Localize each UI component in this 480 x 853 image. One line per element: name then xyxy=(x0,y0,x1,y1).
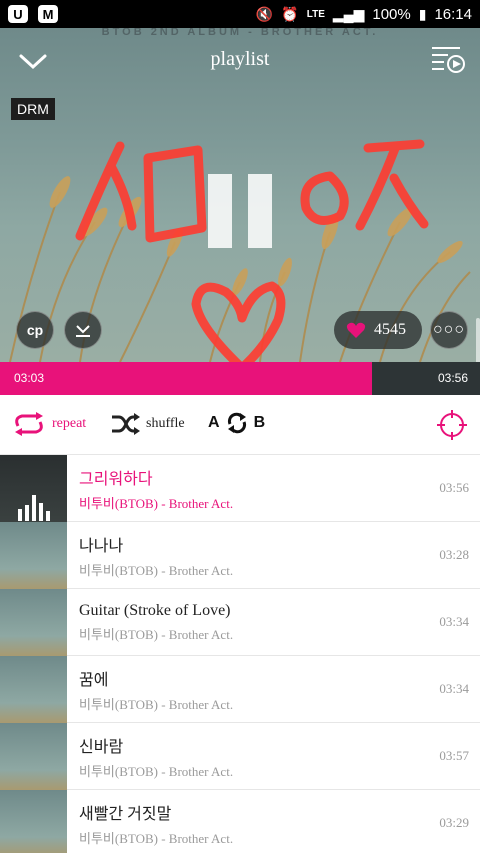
track-thumbnail xyxy=(0,655,67,723)
track-duration: 03:28 xyxy=(439,547,469,562)
repeat-button[interactable]: repeat xyxy=(12,412,86,436)
track-title: Guitar (Stroke of Love) xyxy=(79,601,231,619)
track-artist: 비투비(BTOB) - Brother Act. xyxy=(79,763,234,779)
track-thumbnail xyxy=(0,789,67,853)
track-row[interactable]: 꿈에 비투비(BTOB) - Brother Act. 03:34 xyxy=(0,655,480,723)
track-duration: 03:57 xyxy=(439,748,469,763)
mute-icon: 🔇 xyxy=(255,5,274,22)
app-m-icon: M xyxy=(38,5,58,23)
track-row[interactable]: 새빨간 거짓말 비투비(BTOB) - Brother Act. 03:29 xyxy=(0,789,480,853)
playback-controls: repeat shuffle A B xyxy=(0,395,480,455)
page-title: playlist xyxy=(210,48,270,70)
track-title: 그리워하다 xyxy=(79,470,153,488)
track-artist: 비투비(BTOB) - Brother Act. xyxy=(79,830,234,846)
shuffle-button[interactable]: shuffle xyxy=(110,412,185,436)
album-art[interactable]: BTOB 2ND ALBUM - BROTHER ACT. playlist D… xyxy=(0,28,480,362)
track-row[interactable]: 그리워하다 비투비(BTOB) - Brother Act. 03:56 xyxy=(0,454,480,522)
total-time: 03:56 xyxy=(437,371,468,385)
battery-icon: ▮ xyxy=(418,5,427,22)
track-artist: 비투비(BTOB) - Brother Act. xyxy=(79,495,234,511)
track-artist: 비투비(BTOB) - Brother Act. xyxy=(79,696,234,712)
track-duration: 03:34 xyxy=(439,614,469,629)
like-count: 4545 xyxy=(374,321,406,338)
track-artist: 비투비(BTOB) - Brother Act. xyxy=(79,626,234,642)
equalizer-icon xyxy=(18,494,50,521)
ab-label-b: B xyxy=(253,414,266,431)
scrollbar-thumb[interactable] xyxy=(476,318,480,362)
app-u-icon: U xyxy=(8,5,28,23)
progress-bar[interactable]: 03:03 03:56 xyxy=(0,362,480,395)
cp-button[interactable]: cp xyxy=(16,311,54,349)
track-title: 신바람 xyxy=(79,738,124,756)
track-list: 그리워하다 비투비(BTOB) - Brother Act. 03:56 나나나… xyxy=(0,454,480,853)
pause-button[interactable] xyxy=(208,174,272,248)
status-bar: U M 🔇 ⏰ LTE ▂▄▆ 100% ▮ 16:14 xyxy=(0,0,480,28)
ab-loop-icon xyxy=(227,412,246,434)
shuffle-label: shuffle xyxy=(146,416,185,431)
track-row[interactable]: Guitar (Stroke of Love) 비투비(BTOB) - Brot… xyxy=(0,588,480,656)
track-thumbnail xyxy=(0,521,67,589)
more-button[interactable]: ○○○ xyxy=(430,311,468,349)
track-thumbnail xyxy=(0,588,67,656)
track-duration: 03:56 xyxy=(439,480,469,495)
playlist-play-icon[interactable] xyxy=(430,44,466,74)
download-icon xyxy=(76,325,90,337)
battery-percent: 100% xyxy=(372,5,411,23)
locate-current-icon[interactable] xyxy=(437,410,467,440)
current-time: 03:03 xyxy=(14,371,45,385)
track-title: 새빨간 거짓말 xyxy=(79,805,172,823)
shuffle-icon xyxy=(112,413,140,435)
track-duration: 03:34 xyxy=(439,681,469,696)
repeat-label: repeat xyxy=(52,416,87,431)
progress-fill xyxy=(0,362,372,395)
track-title: 꿈에 xyxy=(79,671,109,689)
like-button[interactable]: 4545 xyxy=(334,311,422,349)
track-title: 나나나 xyxy=(79,537,124,555)
pause-icon-bar-right xyxy=(248,174,272,248)
track-row[interactable]: 신바람 비투비(BTOB) - Brother Act. 03:57 xyxy=(0,722,480,790)
more-dots-icon: ○○○ xyxy=(433,321,465,338)
track-duration: 03:29 xyxy=(439,815,469,830)
track-row[interactable]: 나나나 비투비(BTOB) - Brother Act. 03:28 xyxy=(0,521,480,589)
track-thumbnail xyxy=(0,722,67,790)
lte-icon: LTE xyxy=(306,8,325,20)
ab-label-a: A xyxy=(208,414,220,431)
track-artist: 비투비(BTOB) - Brother Act. xyxy=(79,562,234,578)
cp-icon: cp xyxy=(26,322,44,338)
drm-badge: DRM xyxy=(11,98,55,120)
alarm-icon: ⏰ xyxy=(281,5,299,22)
download-button[interactable] xyxy=(64,311,102,349)
signal-icon: ▂▄▆ xyxy=(332,5,365,22)
track-thumbnail xyxy=(0,454,67,522)
ab-repeat-button[interactable]: A B xyxy=(208,412,265,434)
pause-icon-bar-left xyxy=(208,174,232,248)
repeat-icon xyxy=(15,412,43,436)
album-tag: BTOB 2ND ALBUM - BROTHER ACT. xyxy=(101,28,379,38)
clock: 16:14 xyxy=(434,5,472,23)
heart-icon xyxy=(346,322,366,338)
